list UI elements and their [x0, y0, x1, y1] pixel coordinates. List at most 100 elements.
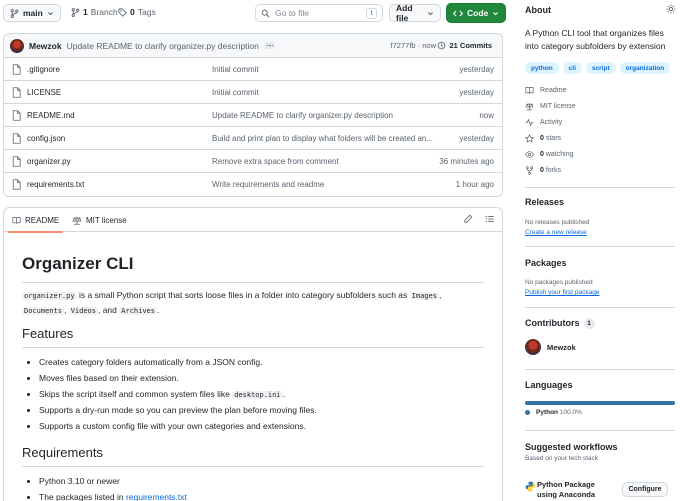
- tab-readme[interactable]: README: [7, 208, 64, 233]
- file-commit-time: yesterday: [459, 87, 494, 97]
- law-scale-icon: [72, 216, 82, 225]
- file-commit-time: yesterday: [459, 64, 494, 74]
- ellipsis-icon[interactable]: [264, 42, 275, 49]
- contributors-heading-label: Contributors: [525, 318, 580, 328]
- book-icon: [12, 216, 21, 225]
- go-to-file-input[interactable]: Go to file t: [255, 4, 383, 22]
- workflow-suggestion: Python Package using Anaconda Configure: [525, 478, 675, 501]
- tags-link[interactable]: 0 Tags: [118, 7, 156, 17]
- branch-select-button[interactable]: main: [3, 4, 61, 22]
- language-bar: [525, 401, 675, 405]
- tags-count: 0: [130, 7, 135, 17]
- commits-history-link[interactable]: 21 Commits: [437, 41, 492, 50]
- avatar[interactable]: [10, 38, 24, 53]
- forks-link[interactable]: 0 forks: [525, 166, 561, 175]
- requirements-list: Python 3.10 or newer The packages listed…: [39, 473, 187, 501]
- code-button[interactable]: Code: [446, 3, 506, 23]
- divider: [22, 347, 484, 348]
- file-icon: [12, 87, 21, 98]
- commit-message[interactable]: Update README to clarify organizer.py de…: [67, 41, 259, 51]
- tab-license[interactable]: MIT license: [72, 208, 127, 232]
- latest-commit-bar: Mewzok Update README to clarify organize…: [4, 34, 502, 58]
- languages-heading: Languages: [525, 380, 573, 390]
- feature-text: Skips the script itself and common syste…: [39, 389, 233, 399]
- configure-button[interactable]: Configure: [622, 482, 668, 497]
- inline-code: Archives: [119, 307, 157, 315]
- file-name[interactable]: LICENSE: [27, 88, 61, 97]
- file-row[interactable]: organizer.py Remove extra space from com…: [4, 150, 502, 173]
- add-file-button[interactable]: Add file: [389, 3, 441, 23]
- search-placeholder: Go to file: [275, 8, 310, 18]
- divider: [525, 430, 675, 431]
- tab-readme-label: README: [25, 215, 60, 225]
- feature-text: .: [282, 389, 285, 399]
- file-commit-message[interactable]: Write requirements and readme: [212, 180, 324, 189]
- file-commit-message[interactable]: Initial commit: [212, 65, 259, 74]
- file-row[interactable]: README.md Update README to clarify organ…: [4, 104, 502, 127]
- topic-tag[interactable]: organization: [619, 62, 671, 74]
- list-item: Creates category folders automatically f…: [39, 354, 317, 370]
- list-item: Supports a custom config file with your …: [39, 418, 317, 434]
- history-icon: [437, 41, 446, 50]
- file-name[interactable]: requirements.txt: [27, 180, 84, 189]
- license-link[interactable]: MIT license: [525, 102, 576, 111]
- workflows-heading: Suggested workflows: [525, 442, 618, 452]
- file-commit-time: now: [479, 110, 494, 120]
- commit-hash-time[interactable]: f7277fb · now: [391, 41, 436, 50]
- file-row[interactable]: LICENSE Initial commit yesterday: [4, 81, 502, 104]
- divider: [22, 282, 484, 283]
- file-icon: [12, 110, 21, 121]
- watching-count: 0: [540, 151, 544, 158]
- repo-description: A Python CLI tool that organizes files i…: [525, 28, 666, 51]
- file-row[interactable]: config.json Build and print plan to disp…: [4, 127, 502, 150]
- file-commit-time: 36 minutes ago: [439, 156, 494, 166]
- chevron-down-icon: [427, 10, 434, 17]
- file-name[interactable]: README.md: [27, 111, 75, 120]
- file-row[interactable]: .gitignore Initial commit yesterday: [4, 58, 502, 81]
- contributors-heading[interactable]: Contributors 1: [525, 318, 595, 329]
- file-commit-message[interactable]: Update README to clarify organizer.py de…: [212, 111, 393, 120]
- file-commit-message[interactable]: Remove extra space from comment: [212, 157, 339, 166]
- topic-tag[interactable]: cli: [562, 62, 582, 74]
- packages-empty-text: No packages published: [525, 279, 593, 286]
- divider: [525, 307, 675, 308]
- file-commit-time: yesterday: [459, 133, 494, 143]
- packages-heading[interactable]: Packages: [525, 258, 567, 268]
- list-outline-icon[interactable]: [485, 214, 495, 224]
- search-icon: [261, 9, 270, 18]
- intro-separator: , and: [97, 305, 117, 315]
- file-icon: [12, 64, 21, 75]
- publish-package-link[interactable]: Publish your first package: [525, 289, 599, 296]
- readme-link[interactable]: Readme: [525, 86, 566, 95]
- intro-text: is a small Python script that sorts loos…: [76, 290, 410, 300]
- pencil-icon[interactable]: [463, 214, 473, 224]
- commit-author[interactable]: Mewzok: [29, 41, 62, 51]
- language-item[interactable]: Python 100.0%: [525, 409, 582, 416]
- releases-heading[interactable]: Releases: [525, 197, 564, 207]
- create-release-link[interactable]: Create a new release: [525, 229, 587, 236]
- list-item: The packages listed in requirements.txt: [39, 489, 187, 501]
- watchers-link[interactable]: 0 watching: [525, 150, 574, 159]
- contributors-count: 1: [583, 318, 595, 329]
- topic-tag[interactable]: script: [585, 62, 616, 74]
- gear-icon[interactable]: [666, 4, 676, 14]
- divider: [22, 466, 484, 467]
- git-branch-icon: [71, 7, 80, 17]
- stars-link[interactable]: 0 stars: [525, 134, 561, 143]
- file-name[interactable]: organizer.py: [27, 157, 71, 166]
- file-name[interactable]: config.json: [27, 134, 65, 143]
- branches-link[interactable]: 1 Branch: [71, 7, 118, 17]
- divider: [525, 369, 675, 370]
- activity-link[interactable]: Activity: [525, 118, 562, 127]
- tab-license-label: MIT license: [86, 215, 127, 225]
- file-commit-message[interactable]: Initial commit: [212, 88, 259, 97]
- contributor-item[interactable]: Mewzok: [525, 339, 576, 355]
- file-row[interactable]: requirements.txt Write requirements and …: [4, 173, 502, 196]
- topic-tag[interactable]: python: [525, 62, 559, 74]
- requirements-link[interactable]: requirements.txt: [126, 492, 187, 501]
- file-commit-message[interactable]: Build and print plan to display what fol…: [212, 134, 433, 143]
- file-name[interactable]: .gitignore: [27, 65, 60, 74]
- file-commit-time: 1 hour ago: [455, 180, 494, 189]
- language-percent: 100.0%: [559, 409, 582, 416]
- branches-label: Branch: [90, 7, 118, 17]
